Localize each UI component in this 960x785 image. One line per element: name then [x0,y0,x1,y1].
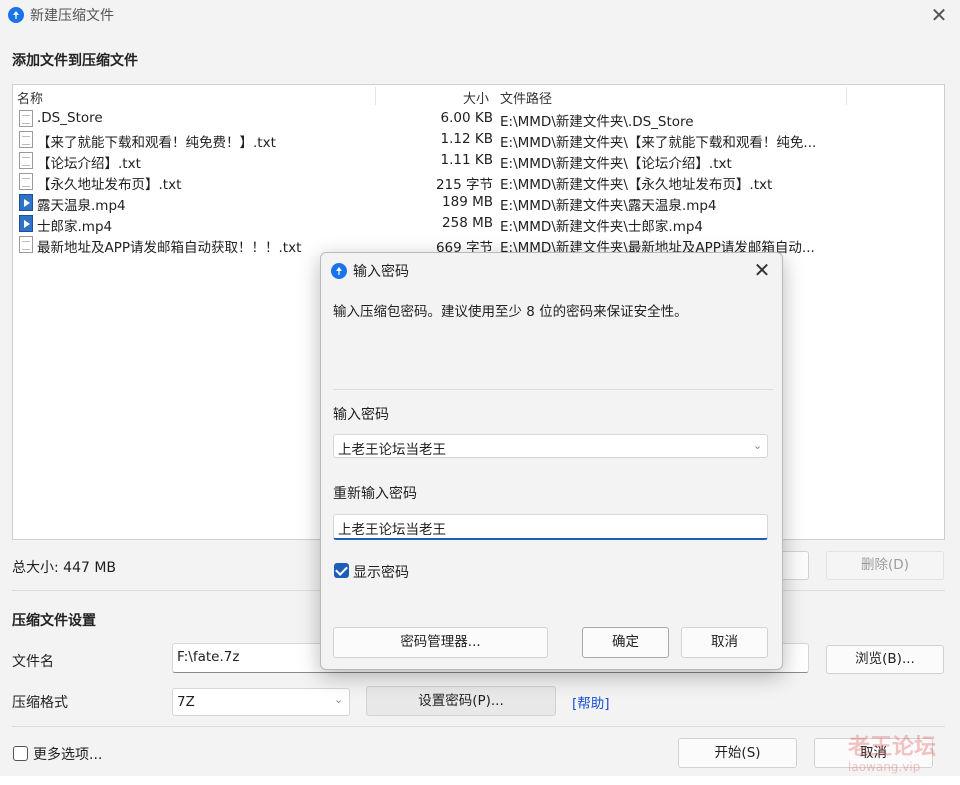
column-divider [846,87,847,105]
file-name: 最新地址及APP请发邮箱自动获取！！！.txt [37,240,302,256]
total-size-text: 总大小: 447 MB [12,560,117,576]
column-header-path[interactable]: 文件路径 [500,88,552,107]
text-file-icon [19,131,33,148]
divider [333,389,773,390]
file-size: 189 MB [442,194,493,210]
filename-label: 文件名 [12,654,54,670]
file-size: 258 MB [442,215,493,231]
text-file-icon [19,152,33,169]
file-size: 215 字节 [435,177,493,193]
file-path: E:\MMD\新建文件夹\士郎家.mp4 [500,219,704,235]
file-size: 1.12 KB [440,131,493,147]
dialog-title: 输入密码 [353,264,409,280]
table-row[interactable]: 【来了就能下载和观看！纯免费！】.txt 1.12 KB E:\MMD\新建文件夹\… [13,129,944,151]
reenter-password-input[interactable]: 上老王论坛当老王 [333,514,768,540]
video-file-icon [19,194,33,211]
title-bar: 新建压缩文件 ✕ [0,0,960,30]
file-size: 1.11 KB [440,152,493,168]
table-row[interactable]: 【论坛介绍】.txt 1.11 KB E:\MMD\新建文件夹\【论坛介绍】.txt [13,150,944,172]
set-password-button[interactable]: 设置密码(P)... [366,686,556,716]
show-password-label[interactable]: 显示密码 [353,562,409,582]
delete-button[interactable]: 删除(D) [826,551,944,580]
more-options-checkbox[interactable] [13,746,28,761]
close-icon[interactable]: ✕ [926,2,952,28]
window-bottom-edge [0,776,960,785]
file-path: E:\MMD\新建文件夹\【永久地址发布页】.txt [500,177,773,193]
password-input[interactable]: 上老王论坛当老王 [333,434,768,458]
show-password-checkbox[interactable] [334,563,349,578]
watermark-url: laowang.vip [848,760,921,774]
column-header-name[interactable]: 名称 [17,88,43,107]
file-name: 露天温泉.mp4 [37,198,126,214]
text-file-icon [19,173,33,190]
file-list-header: 名称 大小 文件路径 [13,85,944,107]
watermark-text: 老王论坛 [848,735,937,760]
add-files-title: 添加文件到压缩文件 [12,53,138,69]
help-link[interactable]: [帮助] [572,692,610,712]
file-path: E:\MMD\新建文件夹\.DS_Store [500,114,694,130]
more-options-label[interactable]: 更多选项... [33,744,102,764]
table-row[interactable]: 【永久地址发布页】.txt 215 字节 E:\MMD\新建文件夹\【永久地址发布页… [13,171,944,193]
table-row[interactable]: .DS_Store 6.00 KB E:\MMD\新建文件夹\.DS_Store [13,108,944,130]
table-row[interactable]: 露天温泉.mp4 189 MB E:\MMD\新建文件夹\露天温泉.mp4 [13,192,944,214]
chevron-down-icon[interactable]: ⌄ [753,439,762,452]
file-size: 6.00 KB [440,110,493,126]
file-path: E:\MMD\新建文件夹\【来了就能下载和观看！纯免... [500,135,817,151]
window-title: 新建压缩文件 [30,8,114,24]
file-path: E:\MMD\新建文件夹\露天温泉.mp4 [500,198,717,214]
reenter-password-label: 重新输入密码 [333,486,417,502]
password-dialog: 输入密码 ✕ 输入压缩包密码。建议使用至少 8 位的密码来保证安全性。 输入密码… [320,252,783,670]
chevron-down-icon[interactable]: ⌄ [334,693,343,706]
column-header-size[interactable]: 大小 [463,88,489,107]
password-manager-button[interactable]: 密码管理器... [333,627,548,658]
browse-button[interactable]: 浏览(B)... [826,645,944,674]
app-logo-icon [331,263,347,279]
file-name: 【来了就能下载和观看！纯免费！】.txt [37,135,276,151]
column-divider [375,87,376,105]
divider [12,726,945,727]
settings-title: 压缩文件设置 [12,613,96,629]
format-label: 压缩格式 [12,695,68,711]
ok-button[interactable]: 确定 [582,627,669,658]
dialog-cancel-button[interactable]: 取消 [681,627,768,658]
file-path: E:\MMD\新建文件夹\【论坛介绍】.txt [500,156,732,172]
close-icon[interactable]: ✕ [749,257,775,283]
text-file-icon [19,110,33,127]
file-name: 士郎家.mp4 [37,219,113,235]
dialog-description: 输入压缩包密码。建议使用至少 8 位的密码来保证安全性。 [333,304,688,320]
file-name: 【永久地址发布页】.txt [37,177,182,193]
password-label: 输入密码 [333,407,389,423]
format-select[interactable]: 7Z [172,688,350,716]
start-button[interactable]: 开始(S) [678,738,797,768]
table-row[interactable]: 士郎家.mp4 258 MB E:\MMD\新建文件夹\士郎家.mp4 [13,213,944,235]
app-logo-icon [8,7,24,23]
file-name: .DS_Store [37,110,103,126]
video-file-icon [19,215,33,232]
text-file-icon [19,236,33,253]
file-name: 【论坛介绍】.txt [37,156,141,172]
